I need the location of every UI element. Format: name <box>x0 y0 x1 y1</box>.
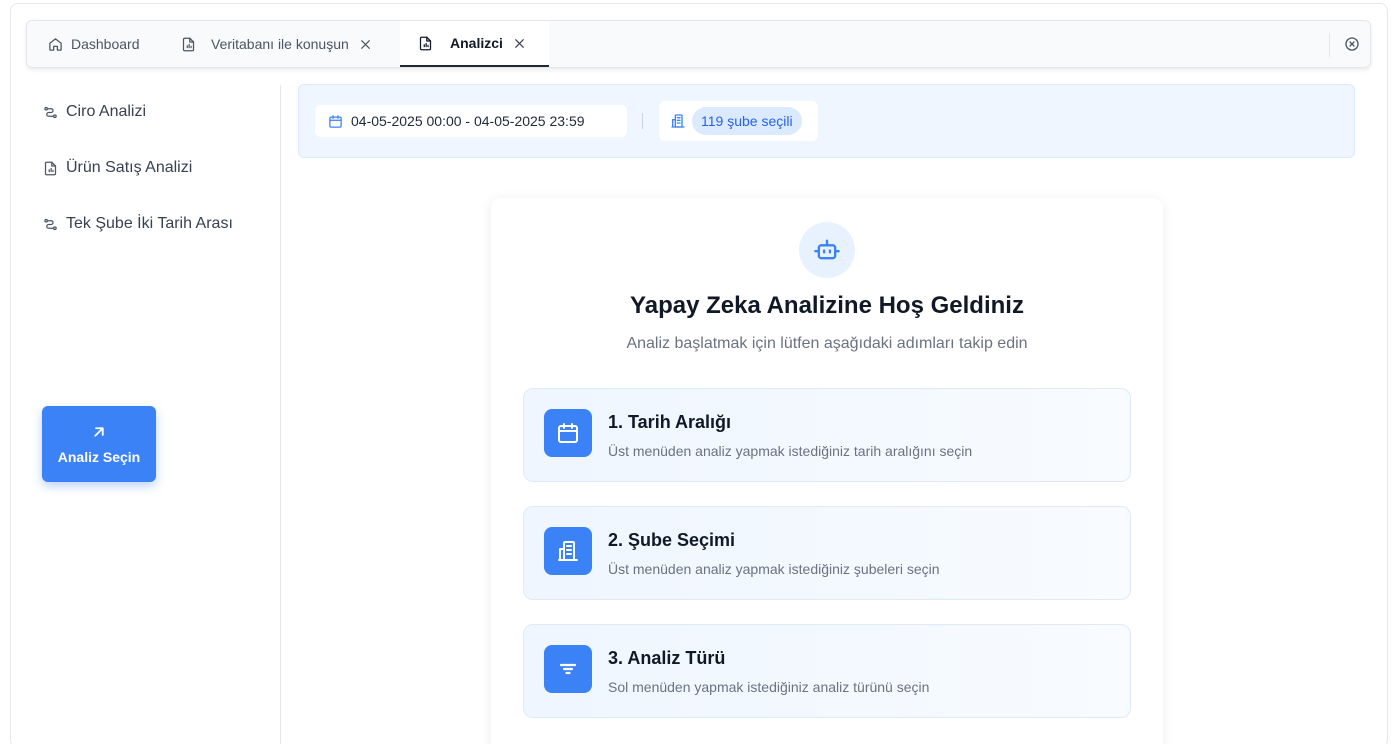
step-description: Üst menüden analiz yapmak istediğiniz şu… <box>608 561 940 577</box>
building-icon <box>670 113 686 129</box>
date-range-picker[interactable]: 04-05-2025 00:00 - 04-05-2025 23:59 <box>315 105 627 137</box>
tab-analizci[interactable]: Analizci <box>400 21 549 67</box>
circle-close-icon <box>1344 36 1360 52</box>
welcome-card: Yapay Zeka Analizine Hoş Geldiniz Analiz… <box>491 198 1163 744</box>
date-range-text: 04-05-2025 00:00 - 04-05-2025 23:59 <box>351 113 585 129</box>
branch-selector[interactable]: 119 şube seçili <box>659 101 818 141</box>
close-icon[interactable] <box>512 35 528 51</box>
sidebar-item-tek-sube[interactable]: Tek Şube İki Tarih Arası <box>42 212 233 236</box>
tab-dashboard[interactable]: Dashboard <box>47 21 140 67</box>
sidebar-item-label: Tek Şube İki Tarih Arası <box>66 215 233 232</box>
branch-count-badge: 119 şube seçili <box>692 107 802 135</box>
welcome-title: Yapay Zeka Analizine Hoş Geldiniz <box>630 292 1024 319</box>
tab-bar: Dashboard Veritabanı ile konuşun Analizc… <box>26 20 1371 68</box>
filter-bar: 04-05-2025 00:00 - 04-05-2025 23:59 119 … <box>298 84 1355 158</box>
sidebar-item-urun-satis-analizi[interactable]: Ürün Satış Analizi <box>42 156 192 180</box>
tab-label: Dashboard <box>71 36 140 52</box>
calendar-icon <box>328 114 343 129</box>
file-chart-icon <box>417 35 433 51</box>
calendar-icon <box>544 409 592 457</box>
tab-veritabani[interactable]: Veritabanı ile konuşun <box>180 21 374 67</box>
trend-icon <box>42 104 58 120</box>
welcome-subtitle: Analiz başlatmak için lütfen aşağıdaki a… <box>626 335 1028 352</box>
sidebar: Ciro Analizi Ürün Satış Analizi Tek Şube… <box>11 85 281 744</box>
tab-label: Analizci <box>450 35 503 51</box>
step-card-analysis-type: 3. Analiz Türü Sol menüden yapmak istedi… <box>523 624 1131 718</box>
step-title: 2. Şube Seçimi <box>608 530 736 550</box>
arrow-up-right-icon <box>90 423 108 441</box>
divider <box>1329 33 1330 57</box>
analiz-secin-button[interactable]: Analiz Seçin <box>42 406 156 482</box>
step-title: 3. Analiz Türü <box>608 648 726 668</box>
sidebar-item-label: Ciro Analizi <box>66 103 147 120</box>
bot-icon <box>799 222 855 278</box>
close-icon[interactable] <box>358 36 374 52</box>
file-chart-icon <box>180 36 196 52</box>
divider <box>642 113 643 129</box>
home-icon <box>47 36 63 52</box>
trend-icon <box>42 216 58 232</box>
filter-icon <box>544 645 592 693</box>
step-title: 1. Tarih Aralığı <box>608 412 732 432</box>
button-label: Analiz Seçin <box>57 449 141 465</box>
close-all-tabs-button[interactable] <box>1343 35 1361 53</box>
sidebar-item-ciro-analizi[interactable]: Ciro Analizi <box>42 100 146 124</box>
sidebar-item-label: Ürün Satış Analizi <box>66 159 193 176</box>
file-chart-icon <box>42 160 58 176</box>
step-card-branch: 2. Şube Seçimi Üst menüden analiz yapmak… <box>523 506 1131 600</box>
tab-label: Veritabanı ile konuşun <box>211 36 349 52</box>
step-description: Sol menüden yapmak istediğiniz analiz tü… <box>608 679 930 695</box>
step-card-date-range: 1. Tarih Aralığı Üst menüden analiz yapm… <box>523 388 1131 482</box>
building-icon <box>544 527 592 575</box>
step-description: Üst menüden analiz yapmak istediğiniz ta… <box>608 443 973 459</box>
